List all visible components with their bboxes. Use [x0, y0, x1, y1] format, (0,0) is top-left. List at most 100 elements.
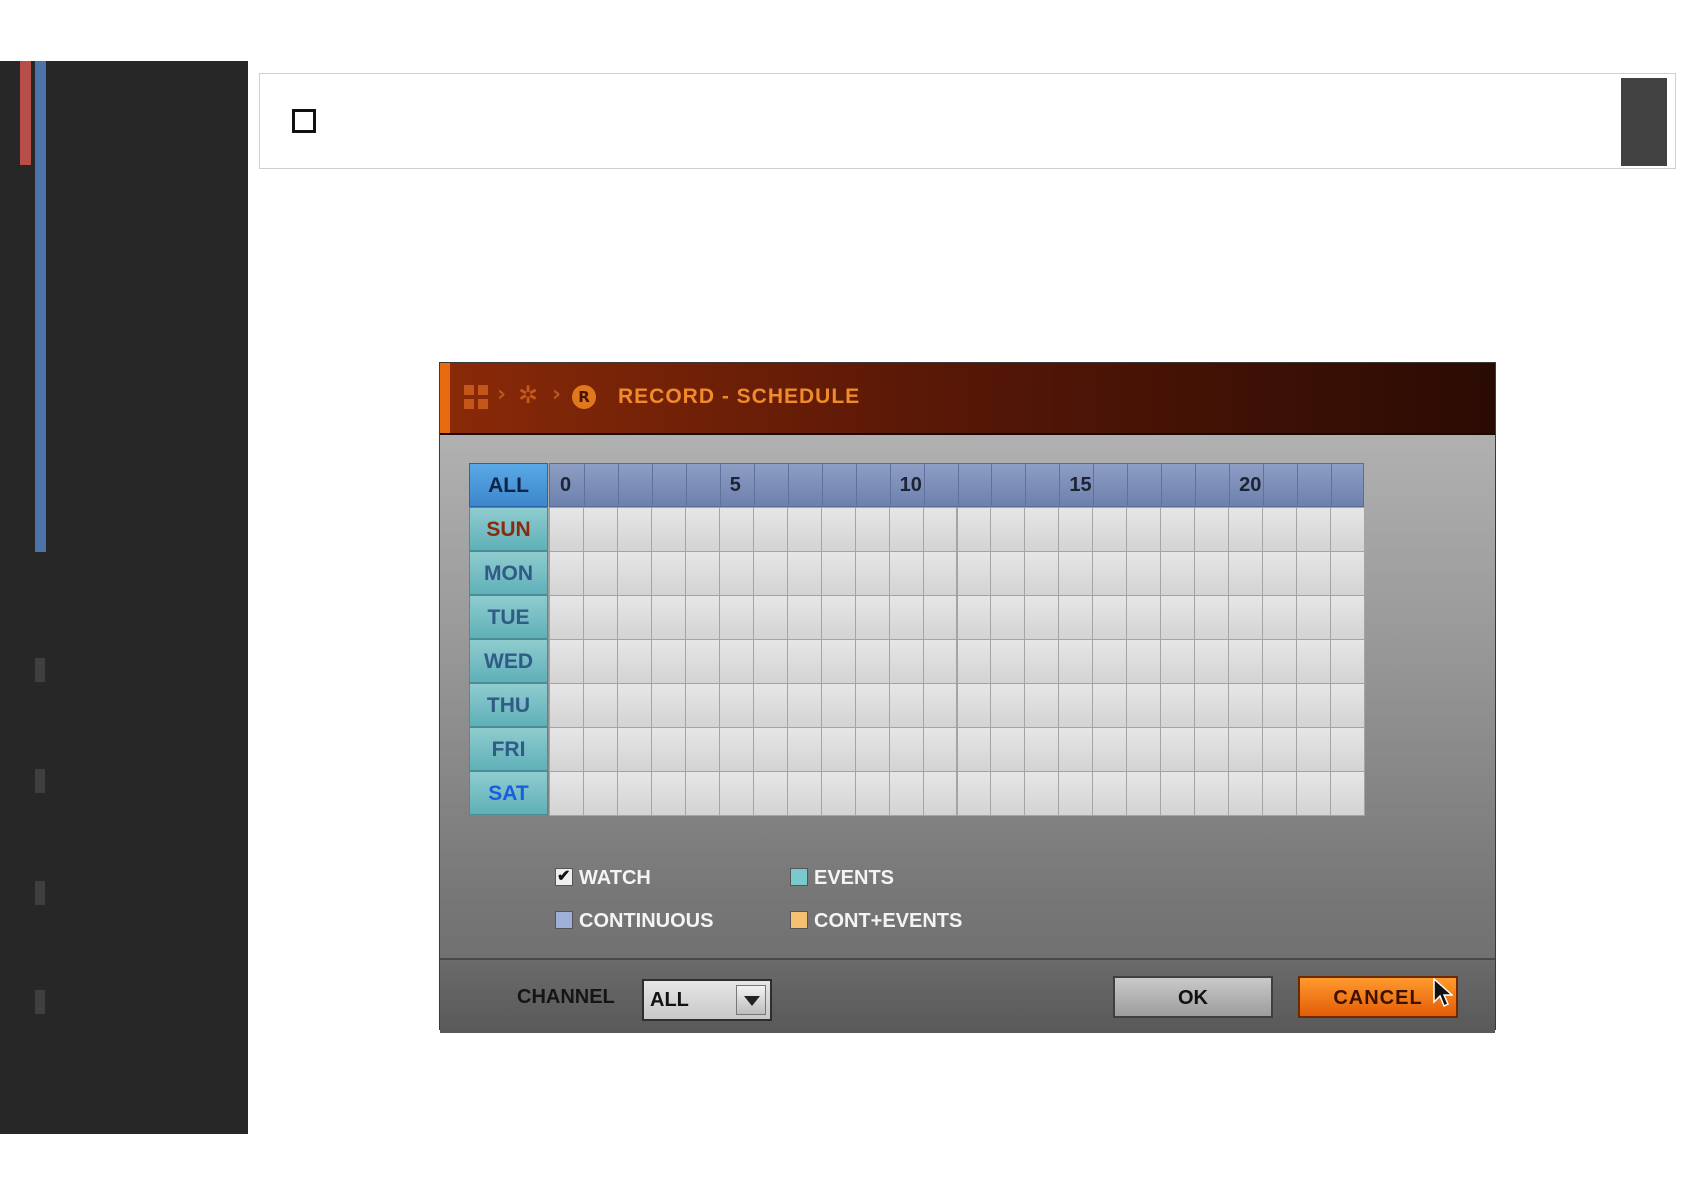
schedule-cell[interactable] [922, 639, 958, 684]
schedule-cell[interactable] [1228, 507, 1264, 552]
schedule-cell[interactable] [650, 771, 686, 816]
schedule-cell[interactable] [854, 595, 890, 640]
schedule-cell[interactable] [854, 551, 890, 596]
schedule-cell[interactable] [956, 771, 992, 816]
schedule-cell[interactable] [1058, 771, 1094, 816]
schedule-cell[interactable] [1194, 771, 1230, 816]
schedule-cell[interactable] [549, 507, 584, 552]
schedule-cell[interactable] [922, 771, 958, 816]
schedule-cell[interactable] [616, 683, 652, 728]
schedule-cell[interactable] [1194, 507, 1230, 552]
schedule-cell[interactable] [786, 683, 822, 728]
schedule-cell[interactable] [1058, 595, 1094, 640]
schedule-cell[interactable] [786, 727, 822, 772]
schedule-cell[interactable] [888, 639, 924, 684]
hour-header[interactable]: 0 5 10 15 20 [549, 463, 1364, 507]
schedule-cell[interactable] [1024, 683, 1060, 728]
schedule-cell[interactable] [854, 771, 890, 816]
schedule-cell[interactable] [1296, 639, 1332, 684]
chevron-down-icon[interactable] [736, 985, 766, 1015]
schedule-cell[interactable] [1330, 683, 1365, 728]
schedule-cell[interactable] [820, 727, 856, 772]
top-bar-scroll-thumb[interactable] [1621, 78, 1667, 166]
schedule-cell[interactable] [854, 683, 890, 728]
schedule-cell[interactable] [582, 639, 618, 684]
schedule-cell[interactable] [820, 507, 856, 552]
schedule-cell[interactable] [616, 639, 652, 684]
schedule-cell[interactable] [888, 727, 924, 772]
schedule-cell[interactable] [1126, 727, 1162, 772]
schedule-cell[interactable] [1058, 551, 1094, 596]
schedule-cell[interactable] [888, 683, 924, 728]
schedule-cell[interactable] [752, 551, 788, 596]
watch-checkbox[interactable]: WATCH [555, 866, 651, 890]
top-bar-checkbox[interactable] [292, 109, 316, 133]
schedule-cell[interactable] [1160, 639, 1196, 684]
day-button-sun[interactable]: SUN [469, 507, 548, 551]
schedule-cell[interactable] [990, 507, 1026, 552]
schedule-cell[interactable] [752, 507, 788, 552]
schedule-cell[interactable] [1262, 683, 1298, 728]
schedule-cell[interactable] [650, 727, 686, 772]
schedule-cell[interactable] [1194, 727, 1230, 772]
schedule-cell[interactable] [752, 595, 788, 640]
schedule-cell[interactable] [1024, 551, 1060, 596]
day-button-tue[interactable]: TUE [469, 595, 548, 639]
schedule-cell[interactable] [549, 683, 584, 728]
schedule-cell[interactable] [1126, 771, 1162, 816]
schedule-cell[interactable] [956, 639, 992, 684]
schedule-cell[interactable] [1092, 639, 1128, 684]
schedule-cell[interactable] [922, 683, 958, 728]
schedule-cell[interactable] [990, 639, 1026, 684]
schedule-cell[interactable] [684, 727, 720, 772]
schedule-cell[interactable] [1092, 507, 1128, 552]
schedule-cell[interactable] [1228, 595, 1264, 640]
ok-button[interactable]: OK [1113, 976, 1273, 1018]
schedule-cell[interactable] [616, 771, 652, 816]
schedule-cell[interactable] [684, 507, 720, 552]
schedule-cell[interactable] [549, 771, 584, 816]
schedule-cell[interactable] [616, 595, 652, 640]
schedule-cell[interactable] [1024, 595, 1060, 640]
schedule-cell[interactable] [1058, 727, 1094, 772]
schedule-cell[interactable] [786, 771, 822, 816]
schedule-cell[interactable] [616, 551, 652, 596]
schedule-cell[interactable] [990, 595, 1026, 640]
schedule-cell[interactable] [1058, 507, 1094, 552]
schedule-cell[interactable] [1296, 595, 1332, 640]
schedule-cell[interactable] [956, 551, 992, 596]
schedule-cell[interactable] [888, 771, 924, 816]
schedule-cell[interactable] [1194, 595, 1230, 640]
schedule-cell[interactable] [1126, 595, 1162, 640]
schedule-cell[interactable] [582, 551, 618, 596]
schedule-cell[interactable] [922, 727, 958, 772]
schedule-cell[interactable] [854, 727, 890, 772]
day-button-mon[interactable]: MON [469, 551, 548, 595]
schedule-cell[interactable] [786, 639, 822, 684]
sidebar-scroll-indicator[interactable] [35, 61, 46, 552]
day-button-thu[interactable]: THU [469, 683, 548, 727]
schedule-cell[interactable] [1024, 639, 1060, 684]
schedule-cell[interactable] [888, 595, 924, 640]
schedule-cell[interactable] [820, 683, 856, 728]
legend-cont-events[interactable]: CONT+EVENTS [790, 910, 962, 933]
schedule-cell[interactable] [854, 639, 890, 684]
schedule-cell[interactable] [1262, 595, 1298, 640]
schedule-cell[interactable] [1194, 551, 1230, 596]
schedule-cell[interactable] [990, 683, 1026, 728]
schedule-cell[interactable] [1160, 595, 1196, 640]
schedule-cell[interactable] [650, 639, 686, 684]
schedule-cell[interactable] [1262, 639, 1298, 684]
legend-events[interactable]: EVENTS [790, 867, 894, 890]
schedule-cell[interactable] [1058, 639, 1094, 684]
schedule-cell[interactable] [1092, 595, 1128, 640]
channel-select[interactable]: ALL [642, 979, 772, 1021]
schedule-cell[interactable] [1160, 727, 1196, 772]
legend-continuous[interactable]: CONTINUOUS [555, 910, 713, 933]
schedule-cell[interactable] [752, 683, 788, 728]
schedule-cell[interactable] [1024, 727, 1060, 772]
schedule-cell[interactable] [1160, 771, 1196, 816]
schedule-cell[interactable] [752, 727, 788, 772]
schedule-cell[interactable] [820, 551, 856, 596]
schedule-cell[interactable] [684, 683, 720, 728]
